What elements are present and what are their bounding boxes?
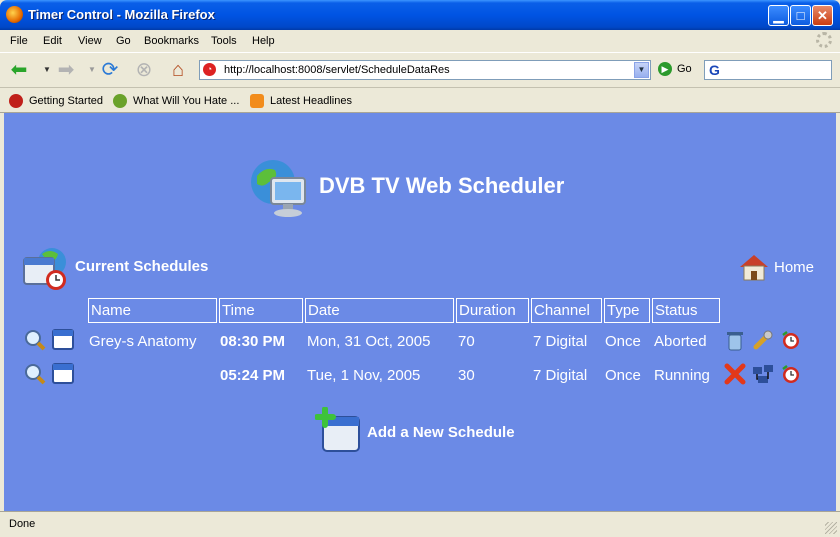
- menu-view[interactable]: View: [78, 35, 102, 47]
- schedule-channel: 7 Digital: [533, 367, 588, 384]
- schedule-date: Mon, 31 Oct, 2005: [307, 333, 431, 350]
- magnifier-icon[interactable]: [24, 329, 46, 351]
- schedule-time: 08:30 PM: [220, 333, 286, 350]
- column-header-time: Time: [219, 298, 303, 323]
- menu-bookmarks[interactable]: Bookmarks: [144, 35, 199, 47]
- bookmark-what-will-you-hate[interactable]: What Will You Hate ...: [113, 94, 239, 108]
- home-icon[interactable]: ⌂: [165, 58, 191, 82]
- calendar-clock-icon: [23, 248, 66, 290]
- schedule-type: Once: [605, 367, 641, 384]
- delete-x-icon[interactable]: [724, 363, 746, 385]
- alarm-clock-icon[interactable]: [780, 329, 802, 351]
- schedule-channel: 7 Digital: [533, 333, 588, 350]
- minimize-button[interactable]: ▁: [768, 5, 789, 26]
- schedule-duration: 30: [458, 367, 475, 384]
- schedule-name: Grey-s Anatomy: [89, 333, 197, 350]
- address-url: http://localhost:8008/servlet/ScheduleDa…: [224, 64, 450, 76]
- navigation-toolbar: ⬅ ▼ ➡ ▼ ⟳ ⊗ ⌂ ◔ http://localhost:8008/se…: [0, 52, 840, 88]
- address-bar[interactable]: ◔ http://localhost:8008/servlet/Schedule…: [199, 60, 651, 80]
- google-search-icon: G: [709, 62, 720, 78]
- stop-icon[interactable]: ⊗: [131, 58, 157, 82]
- add-schedule-icon[interactable]: [315, 407, 363, 455]
- menu-edit[interactable]: Edit: [43, 35, 62, 47]
- house-icon[interactable]: [738, 252, 770, 282]
- globe-monitor-icon: [251, 160, 306, 217]
- throbber-icon: [816, 32, 832, 48]
- calendar-icon[interactable]: [52, 362, 74, 384]
- menu-go[interactable]: Go: [116, 35, 131, 47]
- forward-arrow-icon[interactable]: ➡: [53, 58, 79, 82]
- page-title: DVB TV Web Scheduler: [319, 173, 565, 198]
- magnifier-icon[interactable]: [24, 363, 46, 385]
- bookmark-latest-headlines[interactable]: Latest Headlines: [250, 94, 352, 108]
- menu-bar: File Edit View Go Bookmarks Tools Help: [0, 30, 840, 52]
- column-header-date: Date: [305, 298, 454, 323]
- schedule-type: Once: [605, 333, 641, 350]
- column-header-name: Name: [88, 298, 217, 323]
- column-header-status: Status: [652, 298, 720, 323]
- section-title: Current Schedules: [75, 258, 209, 275]
- close-button[interactable]: ✕: [812, 5, 833, 26]
- bookmarks-toolbar: Getting Started What Will You Hate ... L…: [0, 88, 840, 113]
- schedule-date: Tue, 1 Nov, 2005: [307, 367, 421, 384]
- home-link[interactable]: Home: [774, 259, 814, 276]
- bookmark-getting-started[interactable]: Getting Started: [9, 94, 103, 108]
- schedule-time: 05:24 PM: [220, 367, 286, 384]
- schedule-status: Aborted: [654, 333, 707, 350]
- go-arrow-icon: ▶: [658, 62, 672, 76]
- rss-feed-icon: [250, 94, 264, 108]
- schedule-duration: 70: [458, 333, 475, 350]
- menu-file[interactable]: File: [10, 35, 28, 47]
- page-content: DVB TV Web Scheduler Current Schedules H…: [4, 113, 836, 511]
- column-header-type: Type: [604, 298, 650, 323]
- menu-help[interactable]: Help: [252, 35, 275, 47]
- site-favicon-icon: ◔: [203, 63, 216, 76]
- go-button[interactable]: ▶ Go: [658, 62, 692, 76]
- search-input[interactable]: G: [704, 60, 832, 80]
- window-title: Timer Control - Mozilla Firefox: [28, 7, 215, 22]
- calendar-icon[interactable]: [52, 328, 74, 350]
- resize-grip-icon[interactable]: [825, 522, 837, 534]
- address-dropdown-icon[interactable]: ▼: [634, 62, 649, 78]
- schedule-status: Running: [654, 367, 710, 384]
- column-header-duration: Duration: [456, 298, 529, 323]
- go-label: Go: [677, 62, 692, 75]
- reload-icon[interactable]: ⟳: [97, 58, 123, 82]
- wrench-icon[interactable]: [752, 329, 774, 351]
- window-titlebar: Timer Control - Mozilla Firefox ▁ □ ✕: [0, 0, 840, 30]
- status-bar: Done: [0, 511, 840, 537]
- alarm-clock-icon[interactable]: [780, 363, 802, 385]
- firefox-icon: [6, 6, 23, 23]
- red-star-icon: [9, 94, 23, 108]
- column-header-channel: Channel: [531, 298, 602, 323]
- network-computers-icon[interactable]: [752, 363, 774, 385]
- back-arrow-icon[interactable]: ⬅: [6, 58, 32, 82]
- status-text: Done: [9, 518, 36, 530]
- maximize-button[interactable]: □: [790, 5, 811, 26]
- recycle-bin-icon[interactable]: [724, 329, 746, 351]
- green-face-icon: [113, 94, 127, 108]
- add-schedule-link[interactable]: Add a New Schedule: [367, 424, 515, 441]
- menu-tools[interactable]: Tools: [211, 35, 237, 47]
